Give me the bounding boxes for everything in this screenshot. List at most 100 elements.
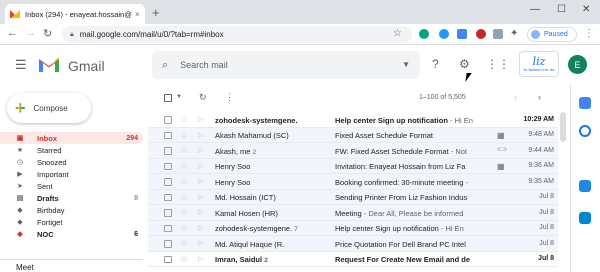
list-scrollbar[interactable] [560,112,566,142]
calendar-icon[interactable] [579,97,591,109]
email-row[interactable]: ☆ ▷ Henry Soo Booking confirmed: 30-minu… [148,174,558,190]
reload-icon[interactable]: ↻ [43,27,52,40]
email-row[interactable]: ☆ ▷ zohodesk-systemgene. 7 Help center S… [148,220,558,236]
browser-tab[interactable]: Inbox (294) - enayeat.hossain@ × [5,4,145,24]
sidebar-item-important[interactable]: ▶ Important [0,168,143,180]
extension-grammarly-icon[interactable] [419,29,429,39]
important-marker-icon[interactable]: ▷ [198,131,203,139]
sidebar-item-count: 6 [134,230,138,238]
sidebar-item-fortiget[interactable]: ◆ Fortiget [0,216,143,228]
important-marker-icon[interactable]: ▷ [198,162,203,170]
attachment-icon: ⊂⊃ [497,147,508,153]
row-checkbox[interactable] [164,224,172,232]
sidebar-item-snoozed[interactable]: ◷ Snoozed [0,156,143,168]
minimize-button[interactable]: — [530,4,540,15]
star-icon[interactable]: ☆ [180,176,188,187]
window-close-button[interactable]: ✕ [582,4,590,15]
row-checkbox[interactable] [164,116,172,124]
search-mail-field[interactable]: ⌕ Search mail ▼ [152,51,420,79]
important-marker-icon[interactable]: ▷ [198,146,203,154]
sidebar-item-sent[interactable]: ➤ Sent [0,180,143,192]
main-menu-icon[interactable]: ☰ [15,57,27,73]
star-icon[interactable]: ☆ [180,238,188,249]
email-time: Jul 8 [539,239,554,247]
star-icon[interactable]: ☆ [180,207,188,218]
email-subject: Help center Sign up notification - Hi En [335,224,464,233]
settings-gear-icon[interactable]: ⚙ [459,57,470,71]
list-toolbar: ▼ ↻ ⋮ 1–100 of 5,505 ‹ › [148,88,558,108]
compose-button[interactable]: + Compose [7,93,91,123]
important-marker-icon[interactable]: ▷ [198,115,203,123]
extension-red-icon[interactable] [476,29,486,39]
star-icon[interactable]: ☆ [180,192,188,203]
row-checkbox[interactable] [164,131,172,139]
row-checkbox[interactable] [164,162,172,170]
extensions-puzzle-icon[interactable]: ✦ [510,28,518,39]
more-options-icon[interactable]: ⋮ [225,92,234,103]
gmail-logo-icon[interactable] [38,56,60,73]
star-icon[interactable]: ☆ [180,130,188,141]
sidebar-item-starred[interactable]: ★ Starred [0,144,143,156]
bookmark-star-icon[interactable]: ☆ [393,28,402,39]
row-checkbox[interactable] [164,178,172,186]
new-tab-button[interactable]: + [152,5,160,20]
important-marker-icon[interactable]: ▷ [198,255,203,263]
older-page-icon[interactable]: › [538,92,541,102]
email-row[interactable]: ☆ ▷ Imran, Saidul 2 Request For Create N… [148,251,558,267]
tasks-icon[interactable] [579,125,591,137]
maximize-button[interactable]: ☐ [557,4,566,15]
logo-subtext: liz fashion ind. ltd [523,67,555,72]
meet-video-icon[interactable] [579,180,591,192]
select-dropdown-icon[interactable]: ▼ [176,94,182,100]
email-row[interactable]: ☆ ▷ Akash Mahamud (SC) Fixed Asset Sched… [148,127,558,143]
url-field[interactable]: 🔒︎ mail.google.com/mail/u/0/?tab=rm#inbo… [62,26,412,43]
search-icon[interactable]: ⌕ [162,59,168,72]
back-arrow-icon[interactable]: ← [7,27,18,39]
email-row[interactable]: ☆ ▷ zohodesk-systemgene. Help center Sig… [148,112,558,128]
email-row[interactable]: ☆ ▷ Akash, me 2 FW: Fixed Asset Schedule… [148,143,558,159]
tab-close-icon[interactable]: × [135,10,140,19]
important-marker-icon[interactable]: ▷ [198,177,203,185]
star-icon[interactable]: ☆ [180,254,188,265]
row-checkbox[interactable] [164,193,172,201]
tab-title: Inbox (294) - enayeat.hossain@ [25,9,132,19]
forward-arrow-icon[interactable]: → [25,27,36,39]
sidebar-item-label: Starred [37,145,62,155]
important-marker-icon[interactable]: ▷ [198,193,203,201]
extension-camera-icon[interactable] [457,29,467,39]
email-row[interactable]: ☆ ▷ Henry Soo Invitation: Enayeat Hossai… [148,158,558,174]
important-marker-icon[interactable]: ▷ [198,239,203,247]
account-avatar[interactable]: E [568,55,587,74]
apps-grid-icon[interactable]: ⋮⋮ [486,57,510,71]
extension-grid-icon[interactable] [493,29,503,39]
search-options-icon[interactable]: ▼ [402,60,410,69]
star-icon[interactable]: ☆ [180,145,188,156]
row-checkbox[interactable] [164,255,172,263]
sidebar-item-inbox[interactable]: ▣ Inbox 294 [0,132,143,144]
star-icon[interactable]: ☆ [180,114,188,125]
email-row[interactable]: ☆ ▷ Md. Hossain (ICT) Sending Printer Fr… [148,189,558,205]
extension-sync-icon[interactable] [439,29,449,39]
select-all-checkbox[interactable] [164,94,172,102]
inbox-icon: ▣ [16,135,24,142]
important-marker-icon[interactable]: ▷ [198,224,203,232]
addon-icon[interactable] [579,212,591,224]
star-icon[interactable]: ☆ [180,161,188,172]
email-row[interactable]: ☆ ▷ Md. Atiqul Haque (R. Price Quotation… [148,236,558,252]
support-icon[interactable]: ? [432,57,439,71]
row-checkbox[interactable] [164,209,172,217]
sidebar-item-noc[interactable]: ◆ NOC 6 [0,228,143,240]
calendar-icon: ▦ [497,161,505,171]
sidebar-item-drafts[interactable]: ▤ Drafts 8 [0,192,143,204]
browser-menu-icon[interactable]: ⋮ [584,28,594,39]
row-checkbox[interactable] [164,147,172,155]
email-row[interactable]: ☆ ▷ Kamal Hosen (HR) Meeting - Dear All,… [148,205,558,221]
sidebar-item-birthday[interactable]: ◆ Birthday [0,204,143,216]
profile-paused-button[interactable]: Paused [527,27,577,42]
row-checkbox[interactable] [164,240,172,248]
important-marker-icon[interactable]: ▷ [198,208,203,216]
pagination-range: 1–100 of 5,505 [419,94,466,101]
star-icon[interactable]: ☆ [180,223,188,234]
newer-page-icon[interactable]: ‹ [514,92,517,102]
refresh-icon[interactable]: ↻ [199,92,207,103]
